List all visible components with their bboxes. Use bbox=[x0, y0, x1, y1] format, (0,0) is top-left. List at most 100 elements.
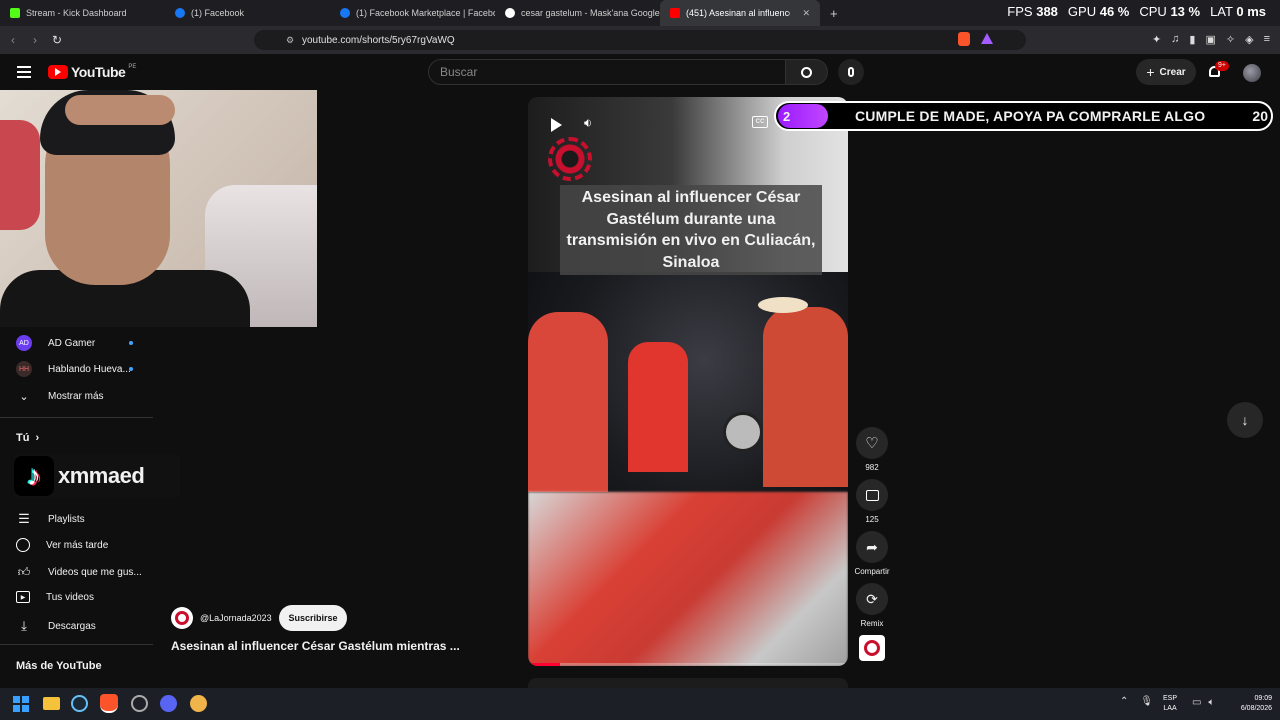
network-icon[interactable]: ▭ bbox=[1192, 697, 1201, 708]
short-title[interactable]: Asesinan al influencer César Gastélum mi… bbox=[171, 639, 460, 653]
tab-label: Stream - Kick Dashboard bbox=[26, 8, 127, 18]
like-count: 982 bbox=[865, 463, 879, 472]
sidebar-item-downloads[interactable]: ⤓ Descargas bbox=[16, 618, 96, 634]
share-button[interactable]: ➦ bbox=[856, 531, 888, 563]
cpu-label: CPU bbox=[1139, 4, 1167, 19]
progress-track[interactable] bbox=[528, 663, 848, 666]
hamburger-icon[interactable] bbox=[17, 66, 31, 78]
section-title: Más de YouTube bbox=[16, 660, 102, 672]
country-code: PE bbox=[128, 64, 137, 70]
windows-taskbar: ⌃ 🎙︎ ESP LAA ▭ 🔈︎ 09:09 6/08/2026 bbox=[0, 688, 1280, 720]
sidebar-icon[interactable]: ▮ bbox=[1189, 33, 1195, 46]
kick-icon bbox=[10, 8, 20, 18]
audio-source-thumbnail[interactable] bbox=[859, 635, 885, 661]
speaker-icon[interactable]: 🔈︎ bbox=[1208, 697, 1214, 708]
comments-button[interactable] bbox=[856, 479, 888, 511]
search-input[interactable]: Buscar bbox=[428, 59, 786, 85]
sidebar-divider bbox=[0, 417, 153, 418]
sidebar-item-label: Ver más tarde bbox=[46, 539, 109, 551]
thumbs-up-icon: 👍︎ bbox=[17, 564, 31, 579]
channel-avatar[interactable] bbox=[171, 607, 193, 629]
play-icon bbox=[550, 118, 562, 132]
windows-start-icon[interactable] bbox=[13, 696, 29, 712]
reload-icon[interactable]: ↻ bbox=[46, 33, 68, 47]
sidebar-item-ad-gamer[interactable]: AD AD Gamer bbox=[16, 335, 95, 351]
next-short-peek bbox=[528, 678, 848, 688]
avatar[interactable] bbox=[1243, 64, 1261, 82]
microphone-icon[interactable]: 🎙︎ bbox=[1140, 696, 1153, 707]
browser-tab-active[interactable]: (451) Asesinan al influencer Césa ✕ bbox=[660, 0, 820, 26]
steam-icon[interactable] bbox=[71, 695, 88, 712]
lat-value: 0 ms bbox=[1236, 4, 1266, 19]
la-jornada-watermark-icon bbox=[548, 137, 592, 181]
rewards-icon[interactable] bbox=[981, 33, 993, 44]
captions-button[interactable]: CC bbox=[752, 116, 768, 128]
sidebar-item-watch-later[interactable]: Ver más tarde bbox=[16, 538, 108, 552]
brave-shield-icon[interactable] bbox=[958, 32, 970, 46]
wallet-icon[interactable]: ▣ bbox=[1205, 33, 1215, 46]
media-icon[interactable]: ♫ bbox=[1171, 33, 1179, 46]
next-short-button[interactable]: ↓ bbox=[1227, 402, 1263, 438]
menu-icon[interactable]: ≡ bbox=[1264, 33, 1270, 46]
sidebar-item-liked-videos[interactable]: 👍︎ Videos que me gus... bbox=[16, 564, 142, 580]
sidebar-section-you[interactable]: Tú › bbox=[16, 432, 39, 444]
new-content-dot bbox=[129, 341, 133, 345]
la-jornada-logo-icon bbox=[864, 640, 880, 656]
volume-button[interactable]: 🔉︎ bbox=[584, 115, 592, 131]
address-bar[interactable]: ⚙ youtube.com/shorts/5ry67rgVaWQ bbox=[254, 30, 1026, 50]
youtube-logo[interactable]: YouTube PE bbox=[48, 64, 136, 80]
game-icon[interactable] bbox=[190, 695, 207, 712]
captions-icon: CC bbox=[755, 119, 765, 125]
discord-icon[interactable] bbox=[160, 695, 177, 712]
chevron-up-icon[interactable]: ⌃ bbox=[1120, 696, 1128, 707]
forward-icon[interactable]: › bbox=[24, 33, 46, 47]
create-button[interactable]: + Crear bbox=[1136, 59, 1196, 85]
browser-tab[interactable]: Stream - Kick Dashboard bbox=[0, 0, 165, 26]
back-icon[interactable]: ‹ bbox=[2, 33, 24, 47]
channel-name[interactable]: @LaJornada2023 bbox=[200, 613, 272, 623]
clock[interactable]: 09:09 6/08/2026 bbox=[1226, 694, 1272, 714]
remix-button[interactable]: ⟳ bbox=[856, 583, 888, 615]
facebook-icon bbox=[175, 8, 185, 18]
video-bottom-frame bbox=[528, 492, 848, 666]
new-tab-icon[interactable]: + bbox=[820, 0, 848, 26]
notifications-button[interactable]: 9+ bbox=[1207, 61, 1229, 80]
like-button[interactable]: ♡ bbox=[856, 427, 888, 459]
sidebar-item-your-videos[interactable]: ▶ Tus videos bbox=[16, 591, 94, 603]
sidebar-item-label: Tus videos bbox=[46, 591, 94, 603]
extensions-icon[interactable]: ✦ bbox=[1152, 33, 1161, 46]
clock-time: 09:09 bbox=[1254, 695, 1272, 702]
sidebar-item-label: Hablando Huevа... bbox=[48, 363, 131, 375]
comment-count: 125 bbox=[865, 515, 879, 524]
keyboard-layout: LAA bbox=[1163, 705, 1177, 712]
sidebar-item-label: AD Gamer bbox=[48, 337, 96, 349]
vpn-icon[interactable]: ◈ bbox=[1245, 33, 1253, 46]
sidebar-item-hablando-huevadas[interactable]: HH Hablando Huevа... bbox=[16, 361, 131, 377]
app-icon[interactable] bbox=[131, 695, 148, 712]
short-video-player[interactable]: Asesinan al influencer César Gastélum du… bbox=[528, 97, 848, 666]
play-pause-button[interactable] bbox=[548, 117, 564, 133]
browser-tab-bar: Stream - Kick Dashboard (1) Facebook (1)… bbox=[0, 0, 1280, 26]
browser-toolbar: ‹ › ↻ ⚙ youtube.com/shorts/5ry67rgVaWQ ✦… bbox=[0, 26, 1280, 54]
goal-target: 20 bbox=[1252, 108, 1268, 124]
search-button[interactable] bbox=[786, 59, 828, 85]
sidebar-item-show-more[interactable]: ⌄ Mostrar más bbox=[16, 388, 103, 404]
brave-browser-icon[interactable] bbox=[100, 694, 118, 713]
sidebar-item-playlists[interactable]: ☰ Playlists bbox=[16, 511, 85, 527]
site-info-icon[interactable]: ⚙ bbox=[286, 35, 294, 46]
cpu-value: 13 % bbox=[1170, 4, 1201, 19]
close-tab-icon[interactable]: ✕ bbox=[802, 8, 810, 19]
caption-box: Asesinan al influencer César Gastélum du… bbox=[560, 185, 822, 275]
subscribe-button[interactable]: Suscribirse bbox=[279, 605, 347, 631]
share-icon: ➦ bbox=[866, 538, 878, 555]
file-explorer-icon[interactable] bbox=[43, 697, 60, 710]
fps-value: 388 bbox=[1036, 4, 1058, 19]
channel-avatar-icon: HH bbox=[16, 361, 32, 377]
browser-tab[interactable]: (1) Facebook bbox=[165, 0, 330, 26]
input-language[interactable]: ESP LAA bbox=[1163, 694, 1177, 714]
channel-avatar-icon: AD bbox=[16, 335, 32, 351]
browser-tab[interactable]: (1) Facebook Marketplace | Facebook bbox=[330, 0, 495, 26]
leo-icon[interactable]: ✧ bbox=[1226, 33, 1235, 46]
voice-search-button[interactable] bbox=[838, 59, 864, 85]
browser-tab[interactable]: cesar gastelum - Mask'ana Google bbox=[495, 0, 660, 26]
